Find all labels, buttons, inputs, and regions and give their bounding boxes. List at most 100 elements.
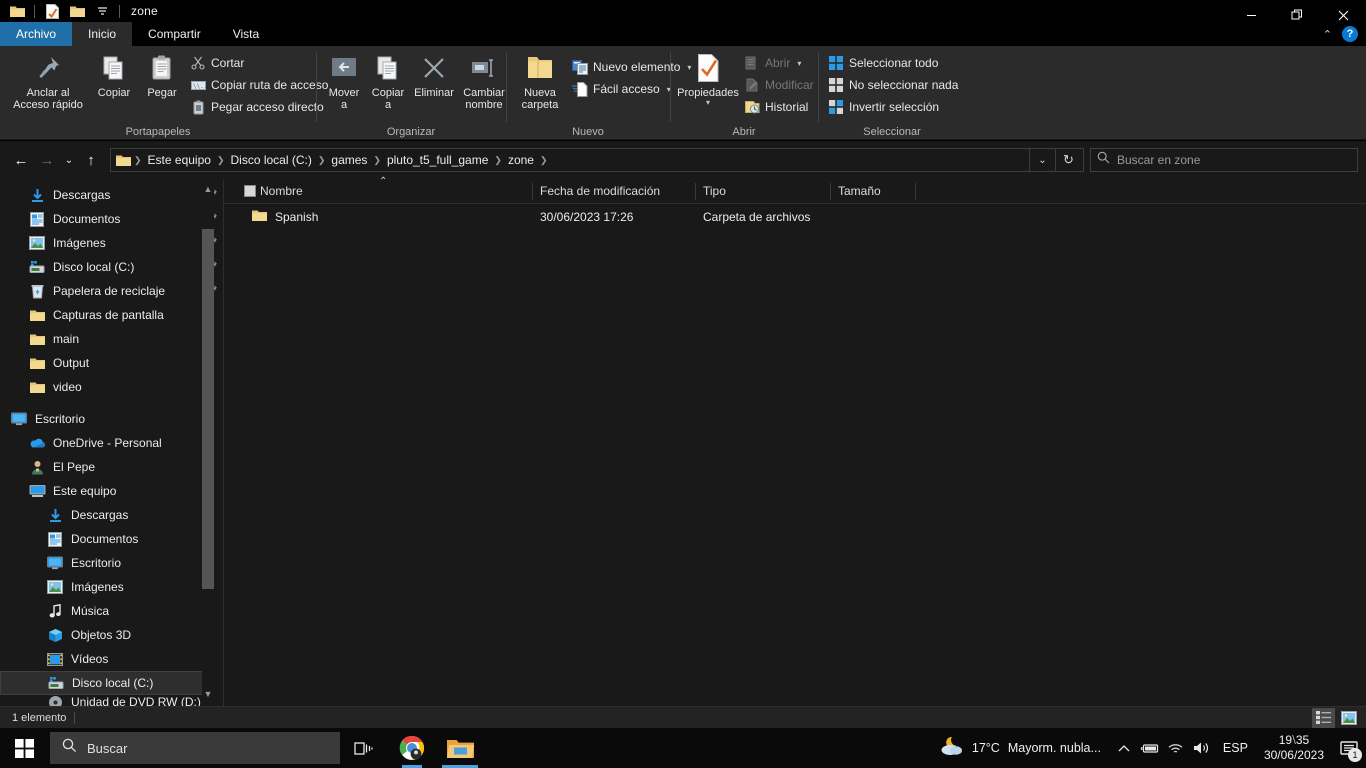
sidebar-item-descargas-qa[interactable]: Descargas [0, 183, 224, 207]
explorer-body: Descargas Documentos Imágenes Disco loca… [0, 176, 1366, 706]
sidebar-item-el-pepe[interactable]: El Pepe [0, 455, 224, 479]
sidebar-item-disco-local-pc[interactable]: Disco local (C:) [0, 671, 214, 695]
sidebar-item-disco-local-qa[interactable]: Disco local (C:) [0, 255, 224, 279]
customize-dropdown-icon[interactable] [91, 1, 113, 21]
move-to-button[interactable]: Mover a [322, 50, 366, 113]
properties-caret-icon[interactable]: ▾ [706, 99, 710, 107]
history-label: Historial [765, 100, 809, 114]
breadcrumb-dropdown-icon[interactable]: ⌄ [1029, 149, 1055, 171]
refresh-button[interactable]: ↻ [1055, 149, 1081, 171]
breadcrumb-item-pluto[interactable]: pluto_t5_full_game [382, 153, 493, 167]
sidebar-item-documentos-pc[interactable]: Documentos [0, 527, 224, 551]
taskbar-app-file-explorer[interactable] [436, 728, 484, 768]
breadcrumb-item-disco-local[interactable]: Disco local (C:) [225, 153, 316, 167]
navigation-scroll-thumb[interactable] [202, 229, 214, 589]
start-button[interactable] [0, 728, 48, 768]
properties-icon[interactable] [41, 1, 63, 21]
sidebar-item-onedrive[interactable]: OneDrive - Personal [0, 431, 224, 455]
taskbar-app-chrome[interactable] [388, 728, 436, 768]
file-name-cell[interactable]: Spanish [224, 204, 532, 230]
paste-shortcut-button[interactable]: Pegar acceso directo [186, 96, 332, 118]
breadcrumb[interactable]: ❯ Este equipo ❯ Disco local (C:) ❯ games… [110, 148, 1084, 172]
scroll-down-arrow-icon[interactable]: ▼ [202, 686, 214, 702]
clock[interactable]: 19⧵35 30/06/2023 [1256, 733, 1332, 763]
copy-to-button[interactable]: Copiar a [366, 50, 410, 113]
breadcrumb-sep-1[interactable]: ❯ [216, 155, 226, 166]
breadcrumb-sep-2[interactable]: ❯ [317, 155, 327, 166]
edit-button[interactable]: Modificar [740, 74, 818, 96]
sidebar-item-musica[interactable]: Música [0, 599, 224, 623]
select-all-checkbox[interactable] [244, 185, 256, 197]
notification-center-button[interactable]: 1 [1332, 728, 1366, 768]
help-button[interactable]: ? [1342, 26, 1358, 42]
language-indicator[interactable]: ESP [1215, 741, 1256, 755]
sidebar-item-escritorio-root[interactable]: Escritorio [0, 407, 224, 431]
delete-button[interactable]: Eliminar [410, 50, 458, 101]
tab-vista[interactable]: Vista [217, 22, 275, 46]
history-button[interactable]: Historial [740, 96, 818, 118]
sidebar-item-documentos-qa[interactable]: Documentos [0, 207, 224, 231]
breadcrumb-item-games[interactable]: games [326, 153, 372, 167]
battery-icon[interactable] [1137, 728, 1163, 768]
sidebar-item-imagenes-pc[interactable]: Imágenes [0, 575, 224, 599]
column-header-tipo[interactable]: Tipo [695, 179, 830, 204]
search-input[interactable]: Buscar en zone [1090, 148, 1358, 172]
paste-button[interactable]: Pegar [138, 50, 186, 101]
cut-button[interactable]: Cortar [186, 52, 332, 74]
collapse-ribbon-icon[interactable]: ⌃ [1323, 28, 1332, 41]
rename-button[interactable]: Cambiar nombre [458, 50, 510, 113]
forward-button[interactable]: → [34, 147, 60, 173]
details-view-icon[interactable] [1312, 707, 1335, 728]
sidebar-item-escritorio-pc[interactable]: Escritorio [0, 551, 224, 575]
column-header-fecha[interactable]: Fecha de modificación [532, 179, 695, 204]
new-folder-icon[interactable] [66, 1, 88, 21]
copy-button[interactable]: Copiar [90, 50, 138, 101]
weather-widget[interactable]: 17°C Mayorm. nubla... [928, 736, 1111, 761]
sidebar-item-main[interactable]: main [0, 327, 224, 351]
recent-locations-button[interactable]: ⌄ [60, 147, 78, 173]
tab-compartir[interactable]: Compartir [132, 22, 217, 46]
copy-path-button[interactable]: \\.. Copiar ruta de acceso [186, 74, 332, 96]
sidebar-item-papelera[interactable]: Papelera de reciclaje [0, 279, 224, 303]
chevron-up-icon[interactable] [1111, 728, 1137, 768]
sidebar-item-imagenes-qa[interactable]: Imágenes [0, 231, 224, 255]
sidebar-item-videos[interactable]: Vídeos [0, 647, 224, 671]
breadcrumb-item-zone[interactable]: zone [503, 153, 539, 167]
select-none-button[interactable]: No seleccionar nada [824, 74, 962, 96]
sidebar-item-dvd[interactable]: Unidad de DVD RW (D:) [0, 695, 224, 706]
breadcrumb-sep-4[interactable]: ❯ [493, 155, 503, 166]
task-view-button[interactable] [340, 728, 388, 768]
column-header-tamano[interactable]: Tamaño [830, 179, 915, 204]
sidebar-item-capturas[interactable]: Capturas de pantalla [0, 303, 224, 327]
sidebar-item-este-equipo[interactable]: Este equipo [0, 479, 224, 503]
large-icons-view-icon[interactable] [1337, 708, 1360, 728]
scroll-up-arrow-icon[interactable]: ▲ [202, 181, 214, 197]
back-button[interactable]: ← [8, 147, 34, 173]
new-folder-button[interactable]: Nueva carpeta [512, 50, 568, 113]
breadcrumb-sep-3[interactable]: ❯ [372, 155, 382, 166]
up-button[interactable]: ↑ [78, 147, 104, 173]
invert-selection-button[interactable]: Invertir selección [824, 96, 962, 118]
taskbar-search-input[interactable]: Buscar [50, 732, 340, 764]
wifi-icon[interactable] [1163, 728, 1189, 768]
folder-icon[interactable] [6, 1, 28, 21]
tab-archivo[interactable]: Archivo [0, 22, 73, 46]
column-header-extra[interactable] [915, 179, 939, 204]
pin-to-quick-access-button[interactable]: Anclar al Acceso rápido [6, 50, 90, 113]
breadcrumb-item-este-equipo[interactable]: Este equipo [143, 153, 216, 167]
volume-icon[interactable] [1189, 728, 1215, 768]
open-button[interactable]: Abrir ▾ [740, 52, 818, 74]
new-folder-label: Nueva carpeta [521, 87, 559, 111]
sidebar-item-objetos3d[interactable]: Objetos 3D [0, 623, 224, 647]
sidebar-item-descargas-pc[interactable]: Descargas [0, 503, 224, 527]
properties-button[interactable]: Propiedades ▾ [676, 50, 740, 109]
table-row[interactable]: Spanish 30/06/2023 17:26 Carpeta de arch… [224, 204, 1366, 230]
column-header-nombre[interactable]: Nombre [224, 179, 532, 204]
sidebar-item-output[interactable]: Output [0, 351, 224, 375]
tab-inicio[interactable]: Inicio [72, 22, 133, 46]
ribbon-group-abrir: Propiedades ▾ Abrir ▾ Modificar Historia… [670, 46, 818, 140]
sidebar-label: Escritorio [71, 556, 122, 570]
breadcrumb-sep-5[interactable]: ❯ [539, 155, 549, 166]
sidebar-item-video[interactable]: video [0, 375, 224, 399]
select-all-button[interactable]: Seleccionar todo [824, 52, 962, 74]
